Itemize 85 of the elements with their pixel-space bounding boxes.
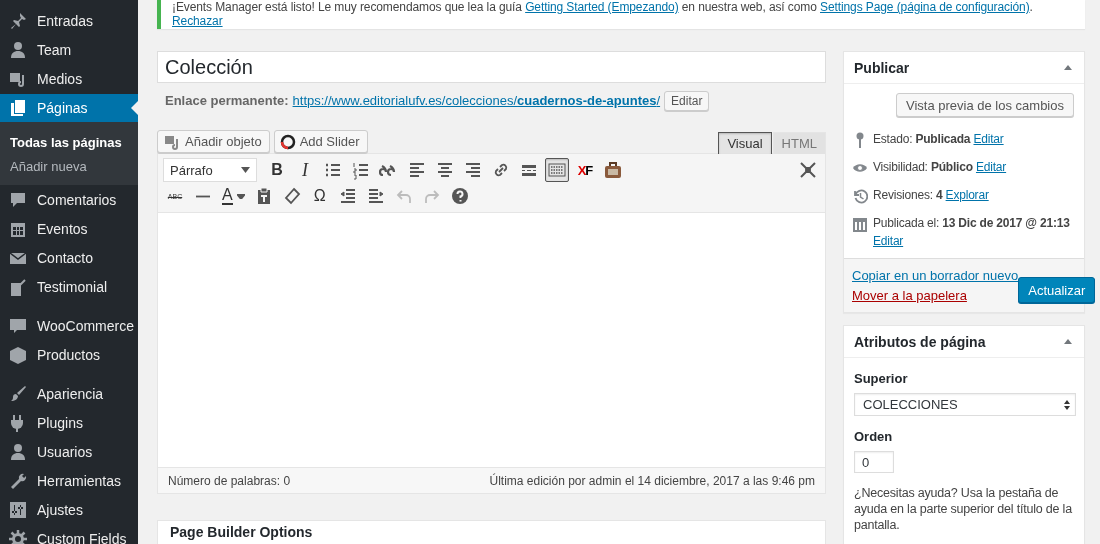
ring-icon xyxy=(279,133,296,150)
align-center-icon xyxy=(435,160,455,180)
panel-title: Page Builder Options xyxy=(170,524,314,540)
submenu-item[interactable]: Añadir nueva xyxy=(0,154,138,178)
notice-link[interactable]: Settings Page (página de configuración) xyxy=(820,0,1030,14)
field-label: Orden xyxy=(854,429,894,444)
menu-item[interactable]: Apariencia xyxy=(0,379,138,408)
briefcase-icon xyxy=(603,160,623,180)
permalink-link[interactable]: https://www.editorialufv.es/colecciones/cuadernos-de-apuntes/ xyxy=(292,93,661,108)
menu-item[interactable]: Medios xyxy=(0,64,138,93)
permalink-label: Enlace permanente: xyxy=(165,93,289,108)
calendar-icon xyxy=(852,215,868,233)
box-icon xyxy=(8,344,28,365)
menu-pointer xyxy=(131,101,138,115)
sliders-icon xyxy=(8,499,28,520)
menu-item[interactable]: Productos xyxy=(0,340,138,369)
add-slider-button[interactable]: Add Slider xyxy=(273,130,368,153)
publish-info: Revisiones: 4 Explorar xyxy=(873,188,989,202)
edit-link[interactable]: Editar xyxy=(973,132,1004,146)
paintbrush-icon xyxy=(8,383,28,404)
note-icon xyxy=(8,276,28,297)
help-icon xyxy=(449,186,470,206)
menu-item[interactable]: Ajustes xyxy=(0,495,138,524)
preview-button[interactable]: Vista previa de los cambios xyxy=(896,93,1074,117)
keyboard-icon xyxy=(547,160,567,180)
title-field[interactable]: Colección xyxy=(157,51,826,83)
notice-link[interactable]: Getting Started (Empezando) xyxy=(525,0,679,14)
special-character-button[interactable]: Ω xyxy=(307,184,332,208)
sort-arrows-icon xyxy=(1064,399,1070,410)
collapse-icon xyxy=(1064,65,1072,70)
menu-item[interactable]: Testimonial xyxy=(0,272,138,301)
caret-icon xyxy=(241,167,250,173)
edit-link[interactable]: Editar xyxy=(975,160,1007,174)
word-count: Número de palabras: 0 xyxy=(168,473,291,488)
add-media-button[interactable]: Añadir objeto xyxy=(157,130,270,153)
menu-item[interactable]: Custom Fields xyxy=(0,524,138,544)
edit-link[interactable]: Editar xyxy=(873,234,904,248)
edit-button[interactable]: Editar xyxy=(664,90,710,111)
copy-draft-link[interactable]: Copiar en un borrador nuevo xyxy=(852,268,1019,283)
publish-info: Estado: Publicada Editar xyxy=(873,132,1004,146)
plugin-logo-button[interactable]: XF xyxy=(573,158,597,182)
order-field[interactable]: 0 xyxy=(854,451,894,473)
update-button[interactable]: Actualizar xyxy=(1018,277,1096,303)
help-text: ¿Necesitas ayuda? Usa la pestaña de ayuda en la parte superior del título de la pantalla. xyxy=(854,485,1073,533)
menu-item[interactable]: Páginas xyxy=(0,94,138,122)
numbered-list-icon xyxy=(351,160,371,180)
keyboard-button[interactable] xyxy=(545,158,569,182)
publish-info: Publicada el: 13 Dic de 2017 @ 21:13 Editar xyxy=(873,216,1070,248)
panel-title: Atributos de página xyxy=(854,333,986,350)
menu-item[interactable]: Team xyxy=(0,35,138,64)
notice-text: ¡Events Manager está listo! Le muy recomendamos que lea la guía Getting Started (Empezando) en nuestra web, así como Settings Page (página de configuración). xyxy=(172,0,1034,14)
italic-button[interactable]: I xyxy=(293,158,317,182)
bold-button[interactable]: B xyxy=(265,158,289,182)
menu-item[interactable]: Usuarios xyxy=(0,437,138,466)
menu-item[interactable]: Herramientas xyxy=(0,466,138,495)
pages-icon xyxy=(8,98,28,118)
align-right-icon xyxy=(463,160,483,180)
dismiss-link[interactable]: Rechazar xyxy=(172,14,223,28)
format-select[interactable]: Párrafo xyxy=(163,158,257,182)
history-icon xyxy=(852,187,868,205)
fullscreen-icon xyxy=(798,160,818,180)
submenu-item[interactable]: Todas las páginas xyxy=(0,130,138,154)
editor-tab[interactable]: Visual xyxy=(718,132,772,154)
browse-link[interactable]: Explorar xyxy=(945,188,989,202)
field-label: Superior xyxy=(854,371,909,386)
person-icon xyxy=(8,441,28,462)
menu-item[interactable]: Contacto xyxy=(0,243,138,272)
menu-item[interactable]: Entradas xyxy=(0,6,138,35)
text-color-button[interactable]: A xyxy=(219,184,248,208)
publish-info: Visibilidad: Público Editar xyxy=(873,160,1007,174)
caret-icon xyxy=(236,193,245,199)
menu-item[interactable]: Eventos xyxy=(0,214,138,243)
trash-link[interactable]: Mover a la papelera xyxy=(852,288,1019,303)
last-edit-text: Última edición por admin el 14 diciembre, 2017 a las 9:46 pm xyxy=(489,473,815,488)
gear-icon xyxy=(8,528,28,544)
horizontal-line-icon xyxy=(196,194,210,198)
person-icon xyxy=(8,39,28,60)
align-left-icon xyxy=(407,160,427,180)
collapse-icon xyxy=(1064,339,1072,344)
panel-title: Publicar xyxy=(854,59,910,76)
parent-select[interactable]: COLECCIONES xyxy=(854,393,1076,416)
menu-item[interactable]: Plugins xyxy=(0,408,138,437)
menu-item[interactable]: WooCommerce xyxy=(0,311,138,340)
editor-tab[interactable]: HTML xyxy=(772,132,826,154)
menu-item[interactable]: Comentarios xyxy=(0,185,138,214)
